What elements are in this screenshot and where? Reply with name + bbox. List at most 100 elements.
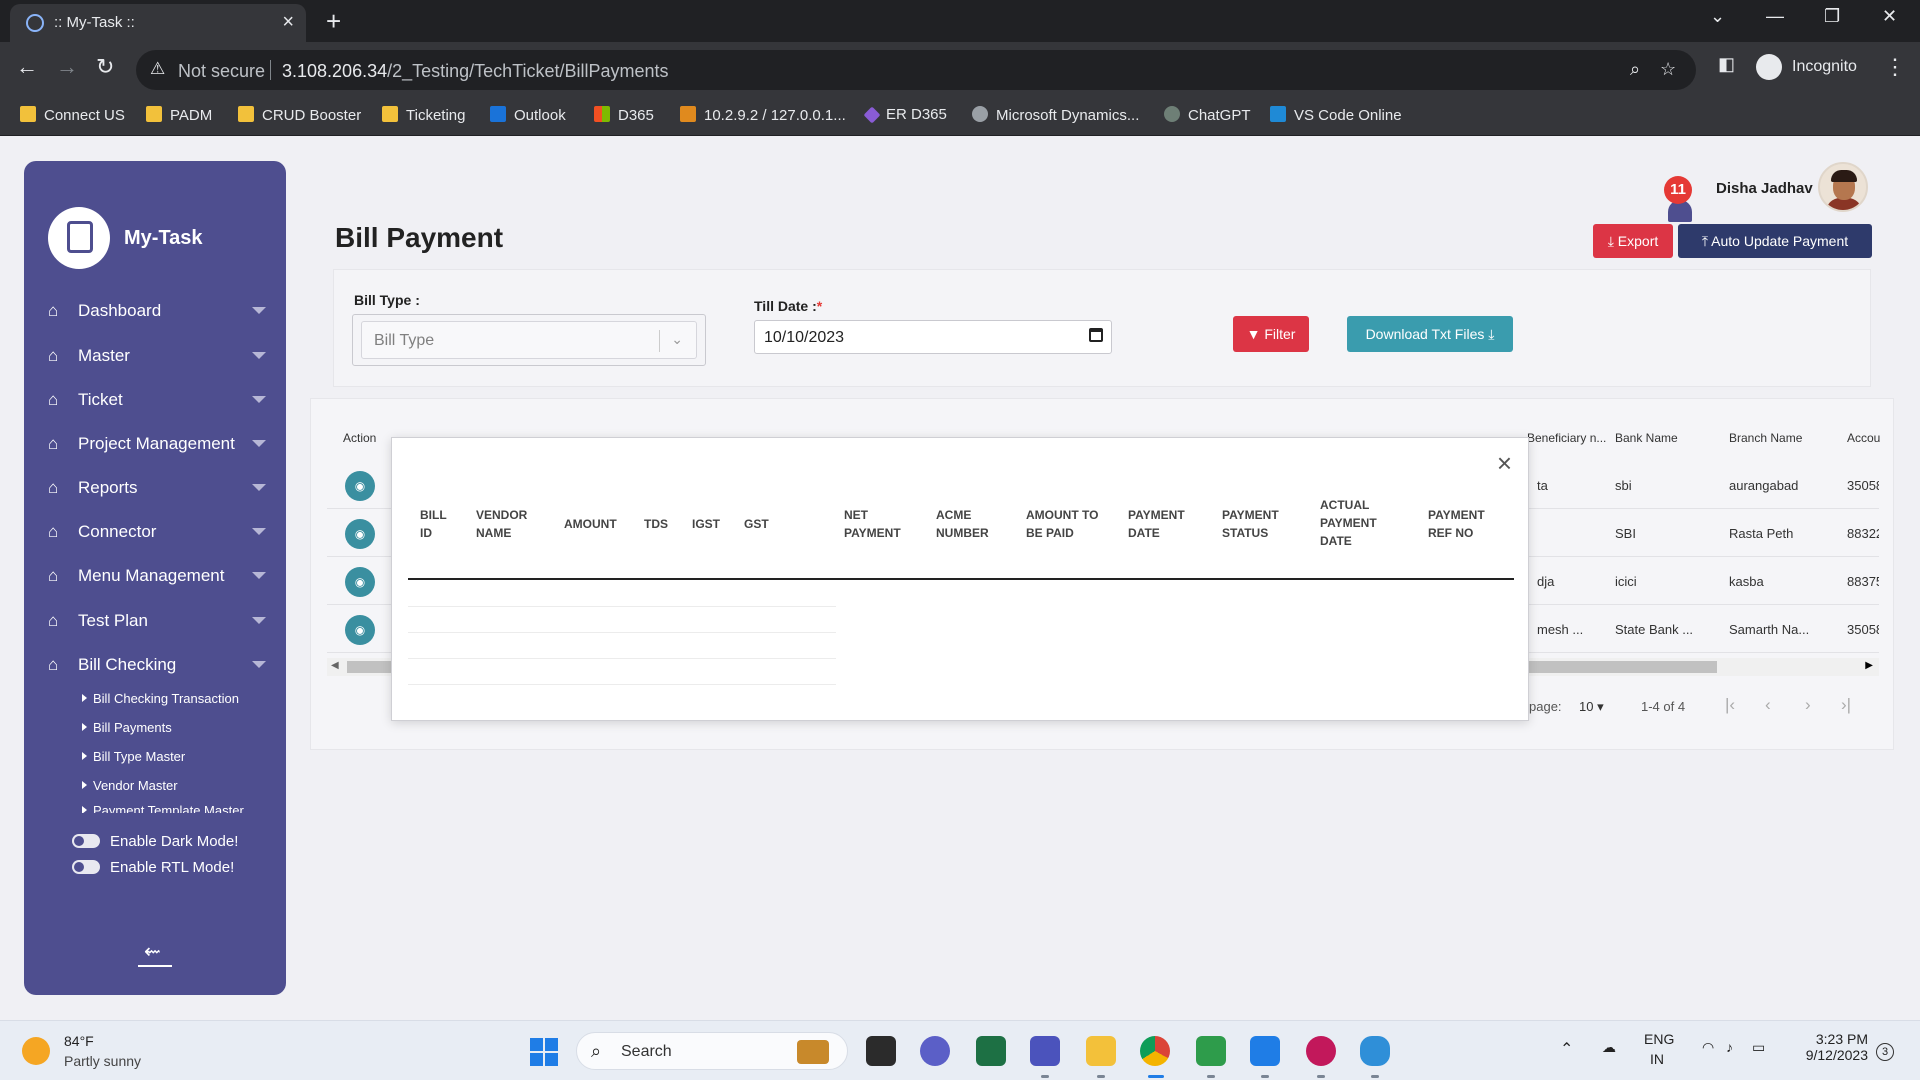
nav-ticket[interactable]: ⌂ Ticket — [48, 386, 268, 416]
teams-icon[interactable] — [1030, 1036, 1060, 1066]
nav-project-management[interactable]: ⌂ Project Management — [48, 430, 268, 460]
cell-bank: icici — [1615, 574, 1637, 589]
bookmark-chatgpt[interactable]: ChatGPT — [1164, 106, 1251, 124]
back-icon[interactable]: ← — [16, 54, 38, 80]
toggle-switch[interactable] — [72, 860, 100, 874]
nav-reports[interactable]: ⌂ Reports — [48, 474, 268, 504]
bookmark-ticketing[interactable]: Ticketing — [382, 106, 465, 124]
prev-page-icon[interactable]: ‹ — [1765, 695, 1771, 715]
app-logo[interactable] — [48, 207, 110, 269]
bookmark-outlook[interactable]: Outlook — [490, 106, 566, 124]
sub-bill-type-master[interactable]: Bill Type Master — [82, 749, 185, 764]
avatar[interactable] — [1818, 162, 1868, 212]
close-icon[interactable]: × — [1497, 448, 1512, 479]
close-tab-icon[interactable]: × — [282, 11, 294, 34]
chat-icon[interactable] — [920, 1036, 950, 1066]
bookmark-local-ip[interactable]: 10.2.9.2 / 127.0.0.1... — [680, 106, 846, 124]
bookmark-d365[interactable]: D365 — [594, 106, 654, 124]
xampp-icon — [680, 106, 696, 122]
close-window-button[interactable]: ✕ — [1882, 6, 1897, 27]
view-eye-icon[interactable]: ◉ — [345, 471, 375, 501]
app-w-icon[interactable] — [1306, 1036, 1336, 1066]
mcol-acme-number: ACME NUMBER — [936, 508, 989, 540]
battery-icon[interactable]: ▭ — [1752, 1039, 1765, 1056]
forward-icon[interactable]: → — [56, 54, 78, 80]
view-eye-icon[interactable]: ◉ — [345, 519, 375, 549]
toggle-switch[interactable] — [72, 834, 100, 848]
chrome-icon[interactable] — [1140, 1036, 1170, 1066]
bookmark-connect-us[interactable]: Connect US — [20, 106, 125, 124]
url-field[interactable]: ⚠ Not secure 3.108.206.34/2_Testing/Tech… — [136, 50, 1696, 90]
nav-connector[interactable]: ⌂ Connector — [48, 518, 268, 548]
bill-type-wrapper: Bill Type ⌄ — [352, 314, 706, 366]
bookmark-padm[interactable]: PADM — [146, 106, 212, 124]
sub-bill-checking-transaction[interactable]: Bill Checking Transaction — [82, 691, 239, 706]
export-button[interactable]: ⤓ Export — [1593, 224, 1673, 258]
view-eye-icon[interactable]: ◉ — [345, 615, 375, 645]
bookmark-vscode[interactable]: VS Code Online — [1270, 106, 1402, 124]
nav-bill-checking[interactable]: ⌂ Bill Checking — [48, 651, 268, 681]
nav-master[interactable]: ⌂ Master — [48, 342, 268, 372]
download-txt-button[interactable]: Download Txt Files ⤓ — [1347, 316, 1513, 352]
mcol-igst: IGST — [692, 517, 721, 531]
task-view-icon[interactable] — [866, 1036, 896, 1066]
nav-menu-management[interactable]: ⌂ Menu Management — [48, 562, 268, 592]
caret-down-icon — [252, 661, 266, 668]
col-bank-name[interactable]: Bank Name — [1615, 431, 1678, 445]
excel-icon[interactable] — [976, 1036, 1006, 1066]
language-indicator[interactable]: ENG — [1644, 1031, 1674, 1047]
view-eye-icon[interactable]: ◉ — [345, 567, 375, 597]
bookmark-crud-booster[interactable]: CRUD Booster — [238, 106, 361, 124]
last-page-icon[interactable]: ›| — [1841, 695, 1851, 715]
scroll-right-icon[interactable]: ▶ — [1865, 660, 1873, 671]
auto-update-payment-button[interactable]: ⤒ Auto Update Payment — [1678, 224, 1872, 258]
wifi-icon[interactable]: ◠ — [1702, 1039, 1714, 1056]
rtl-mode-toggle[interactable]: Enable RTL Mode! — [72, 859, 234, 876]
more-menu-icon[interactable]: ⋮ — [1884, 54, 1906, 80]
sub-payment-template-master[interactable]: Payment Template Master — [82, 803, 244, 813]
chevron-up-icon[interactable]: ⌃ — [1560, 1039, 1573, 1059]
installer-icon[interactable] — [1196, 1036, 1226, 1066]
calendar-icon[interactable] — [1089, 328, 1103, 342]
cloud-icon[interactable]: ☁ — [1602, 1039, 1616, 1056]
sub-bill-payments[interactable]: Bill Payments — [82, 720, 172, 735]
cell-account: 35058 — [1847, 622, 1879, 637]
dolphin-icon[interactable] — [1360, 1036, 1390, 1066]
notification-center-badge[interactable]: 3 — [1876, 1043, 1894, 1061]
incognito-profile[interactable]: Incognito — [1756, 54, 1857, 80]
caret-down-icon — [252, 307, 266, 314]
till-date-input[interactable]: 10/10/2023 — [754, 320, 1112, 354]
photos-icon[interactable] — [1250, 1036, 1280, 1066]
col-beneficiary[interactable]: Beneficiary n... — [1527, 431, 1606, 445]
rows-per-page-select[interactable]: 10 ▾ — [1579, 699, 1604, 715]
minimize-button[interactable]: — — [1766, 6, 1784, 27]
nav-dashboard[interactable]: ⌂ Dashboard — [48, 297, 268, 327]
scroll-left-icon[interactable]: ◀ — [331, 660, 339, 671]
volume-icon[interactable]: ♪ — [1726, 1039, 1733, 1055]
start-button[interactable] — [530, 1038, 558, 1066]
first-page-icon[interactable]: |‹ — [1725, 695, 1735, 715]
col-branch-name[interactable]: Branch Name — [1729, 431, 1802, 445]
filter-button[interactable]: ▼ Filter — [1233, 316, 1309, 352]
bookmark-er-d365[interactable]: ER D365 — [863, 106, 947, 124]
dark-mode-toggle[interactable]: Enable Dark Mode! — [72, 833, 238, 850]
browser-tab[interactable]: :: My-Task :: × — [10, 4, 306, 42]
zoom-icon[interactable]: ⌕ — [1630, 59, 1640, 80]
next-page-icon[interactable]: › — [1805, 695, 1811, 715]
clock[interactable]: 3:23 PM 9/12/2023 — [1796, 1031, 1868, 1063]
side-panel-icon[interactable]: ◧ — [1718, 54, 1735, 75]
col-account[interactable]: Accou — [1847, 431, 1880, 445]
maximize-button[interactable]: ❐ — [1824, 6, 1840, 27]
user-name[interactable]: Disha Jadhav — [1716, 180, 1813, 197]
taskbar-search[interactable]: ⌕ Search — [576, 1032, 848, 1070]
tab-search-icon[interactable]: ⌄ — [1710, 6, 1725, 27]
nav-test-plan[interactable]: ⌂ Test Plan — [48, 607, 268, 637]
bill-type-select[interactable]: Bill Type ⌄ — [361, 321, 697, 359]
bookmark-star-icon[interactable]: ☆ — [1660, 59, 1676, 80]
file-explorer-icon[interactable] — [1086, 1036, 1116, 1066]
collapse-sidebar-button[interactable]: ⇜ — [138, 939, 172, 967]
new-tab-button[interactable]: + — [326, 6, 341, 37]
sub-vendor-master[interactable]: Vendor Master — [82, 778, 178, 793]
reload-icon[interactable]: ↻ — [96, 54, 114, 80]
bookmark-ms-dynamics[interactable]: Microsoft Dynamics... — [972, 106, 1139, 124]
